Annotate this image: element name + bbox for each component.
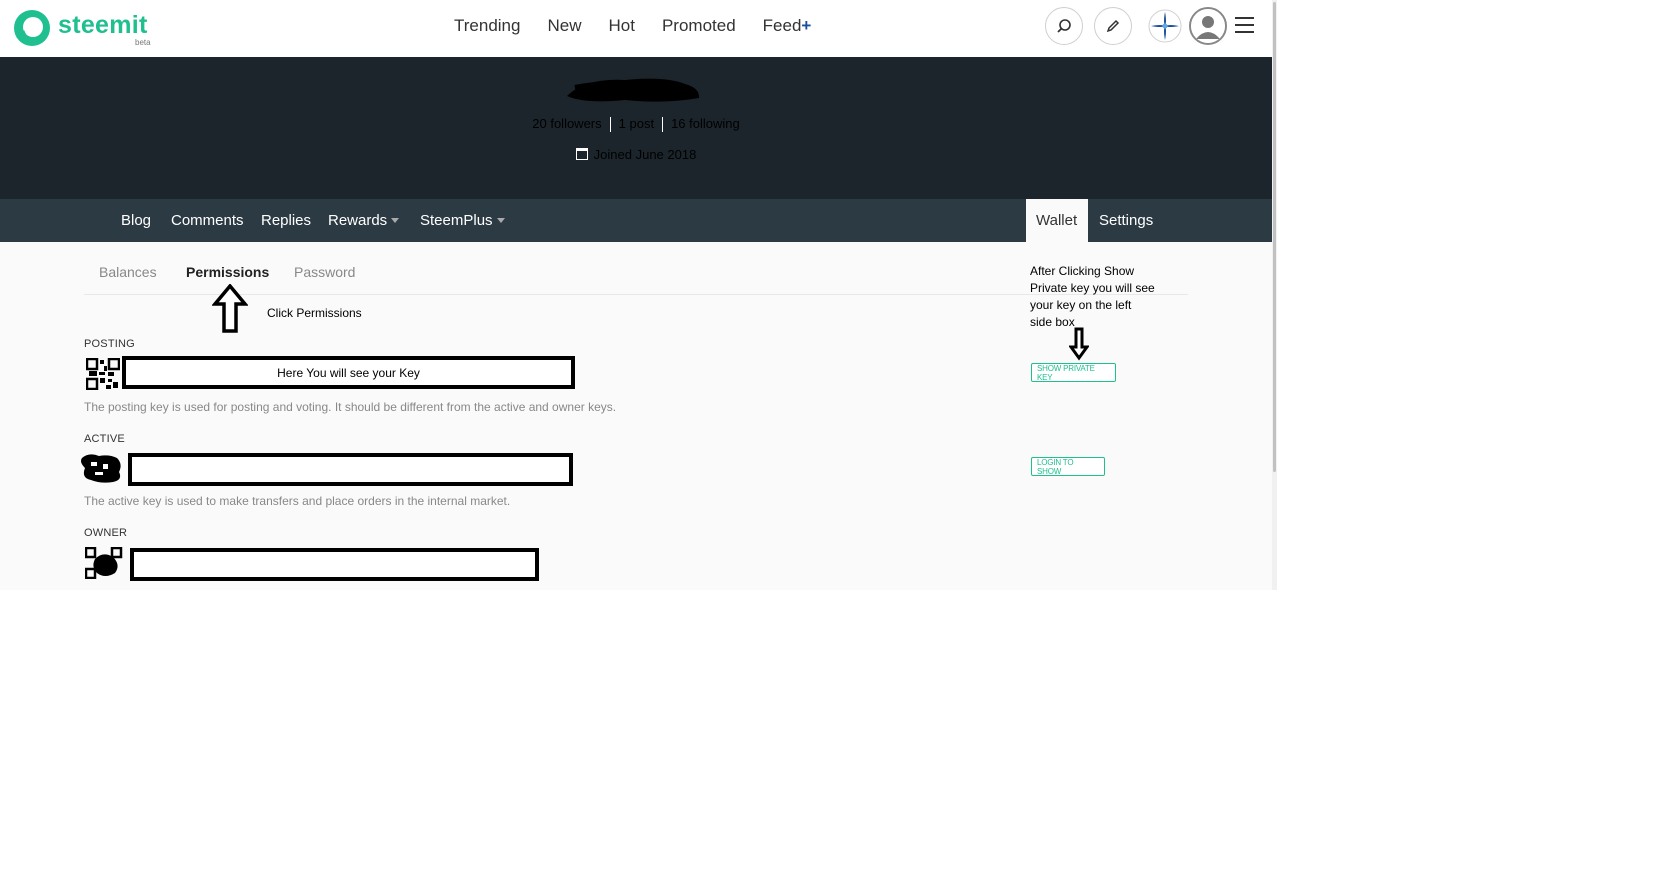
followers-count[interactable]: 20 followers bbox=[524, 116, 609, 131]
arrow-up-icon bbox=[212, 284, 248, 333]
profile-stats: 20 followers 1 post 16 following bbox=[0, 116, 1272, 133]
hamburger-icon[interactable] bbox=[1235, 17, 1254, 38]
active-description: The active key is used to make transfers… bbox=[84, 494, 511, 508]
posting-qr-code[interactable] bbox=[86, 358, 120, 390]
show-key-note: After Clicking Show Private key you will… bbox=[1030, 264, 1155, 329]
tab-settings[interactable]: Settings bbox=[1099, 212, 1153, 229]
pencil-icon bbox=[1106, 19, 1120, 33]
active-label: ACTIVE bbox=[84, 433, 125, 445]
chevron-down-icon bbox=[496, 218, 505, 223]
nav-trending[interactable]: Trending bbox=[454, 16, 520, 36]
calendar-icon bbox=[575, 148, 588, 160]
owner-label: OWNER bbox=[84, 527, 128, 539]
logo-text[interactable]: steemit bbox=[58, 11, 148, 40]
search-icon bbox=[1057, 19, 1071, 33]
subtab-balances[interactable]: Balances bbox=[99, 264, 157, 280]
tab-rewards-label: Rewards bbox=[328, 212, 388, 229]
feed-label: Feed bbox=[762, 16, 802, 35]
arrow-down-icon bbox=[1069, 327, 1089, 361]
chevron-down-icon bbox=[391, 218, 400, 223]
subtab-permissions[interactable]: Permissions bbox=[186, 264, 269, 280]
redacted-username bbox=[567, 78, 700, 102]
beta-badge: beta bbox=[135, 38, 151, 47]
posting-key-text: Here You will see your Key bbox=[277, 365, 420, 380]
nav-new[interactable]: New bbox=[547, 16, 581, 36]
joined-text: Joined June 2018 bbox=[593, 147, 697, 162]
compose-button[interactable] bbox=[1094, 7, 1132, 45]
subtab-password[interactable]: Password bbox=[294, 264, 355, 280]
posting-description: The posting key is used for posting and … bbox=[84, 400, 617, 414]
search-button[interactable] bbox=[1045, 7, 1083, 45]
tab-steemplus[interactable]: SteemPlus bbox=[420, 212, 505, 229]
tab-replies[interactable]: Replies bbox=[261, 212, 311, 229]
owner-key-field[interactable] bbox=[130, 548, 539, 581]
user-icon bbox=[1191, 9, 1225, 43]
steemplus-extension-icon[interactable] bbox=[1147, 8, 1183, 44]
login-to-show-button[interactable]: LOGIN TO SHOW bbox=[1031, 457, 1105, 476]
tab-steemplus-label: SteemPlus bbox=[420, 212, 493, 229]
nav-feed[interactable]: Feed+ bbox=[763, 16, 812, 36]
posting-key-field[interactable]: Here You will see your Key bbox=[122, 356, 575, 389]
user-avatar[interactable] bbox=[1189, 7, 1227, 45]
feed-plus-icon: + bbox=[801, 16, 812, 35]
tab-rewards[interactable]: Rewards bbox=[328, 212, 400, 229]
click-permissions-note: Click Permissions bbox=[267, 306, 362, 320]
show-private-key-button[interactable]: SHOW PRIVATE KEY bbox=[1031, 363, 1116, 382]
joined-date: Joined June 2018 bbox=[0, 147, 1272, 162]
nav-hot[interactable]: Hot bbox=[608, 16, 634, 36]
posting-label: POSTING bbox=[84, 338, 135, 350]
steemit-logo-icon[interactable] bbox=[12, 8, 52, 48]
nav-promoted[interactable]: Promoted bbox=[662, 16, 736, 36]
tab-comments[interactable]: Comments bbox=[171, 212, 244, 229]
active-key-field[interactable] bbox=[128, 453, 573, 486]
page: steemit beta Trending New Hot Promoted F… bbox=[0, 0, 1272, 590]
tab-wallet[interactable]: Wallet bbox=[1026, 199, 1088, 242]
top-header: steemit beta Trending New Hot Promoted F… bbox=[0, 0, 1272, 57]
following-count[interactable]: 16 following bbox=[663, 116, 748, 131]
scrollbar-thumb[interactable] bbox=[1273, 2, 1276, 472]
page-scrollbar[interactable] bbox=[1272, 0, 1277, 590]
owner-qr-code[interactable] bbox=[85, 547, 123, 579]
posts-count: 1 post bbox=[618, 116, 655, 131]
tab-wallet-label: Wallet bbox=[1036, 212, 1078, 229]
divider bbox=[84, 294, 1188, 295]
main-nav: Trending New Hot Promoted Feed+ bbox=[454, 16, 838, 36]
active-qr-code[interactable] bbox=[79, 452, 125, 484]
tab-blog[interactable]: Blog bbox=[121, 212, 151, 229]
